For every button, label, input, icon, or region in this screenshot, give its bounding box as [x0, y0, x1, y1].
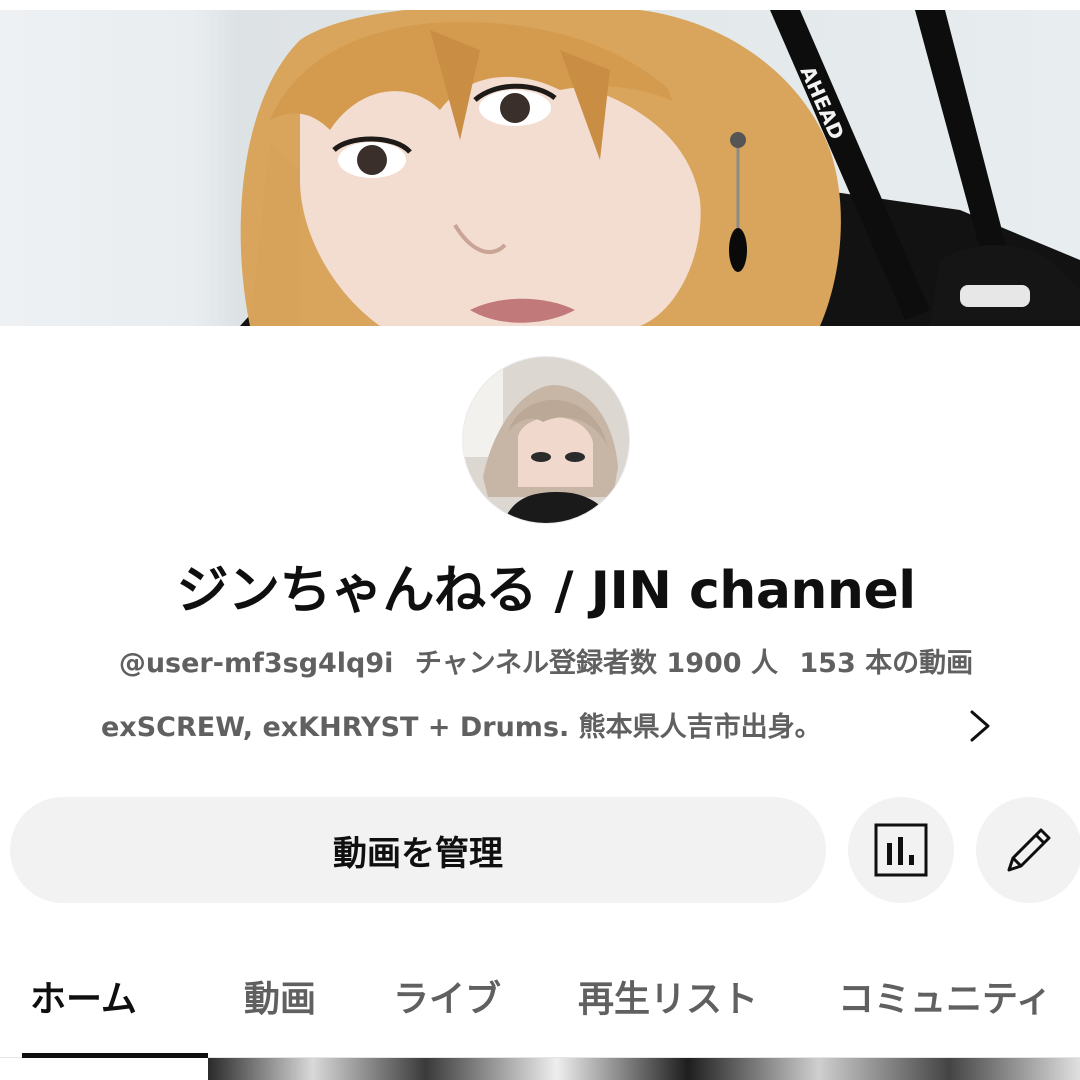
video-count: 153 本の動画 [799, 648, 974, 679]
avatar-image [463, 357, 629, 523]
channel-handle: @user-mf3sg4lq9i [118, 648, 394, 679]
channel-tabs: ホーム 動画 ライブ 再生リスト コミュニティ [0, 960, 1080, 1060]
channel-avatar[interactable] [463, 357, 629, 523]
tab-playlists[interactable]: 再生リスト [578, 970, 758, 1022]
content-preview-strip [208, 1058, 1080, 1080]
tab-videos[interactable]: 動画 [244, 970, 316, 1022]
tab-community[interactable]: コミュニティ [838, 970, 1052, 1022]
bar-chart-icon [874, 823, 928, 877]
pencil-icon [1007, 828, 1051, 872]
tab-home[interactable]: ホーム [30, 970, 137, 1022]
channel-page: AHEAD ジンちゃんねる / JIN channel @user-mf3sg4… [0, 0, 1080, 1080]
edit-channel-button[interactable] [976, 797, 1080, 903]
subscriber-count: チャンネル登録者数 1900 人 [414, 648, 778, 679]
channel-banner: AHEAD [0, 10, 1080, 326]
channel-meta: @user-mf3sg4lq9i チャンネル登録者数 1900 人 153 本の… [0, 641, 1080, 680]
banner-image: AHEAD [240, 10, 1080, 326]
channel-description[interactable]: exSCREW, exKHRYST + Drums. 熊本県人吉市出身。 [101, 705, 961, 744]
active-tab-indicator [22, 1053, 208, 1058]
analytics-button[interactable] [848, 797, 954, 903]
chevron-right-icon[interactable] [966, 708, 994, 744]
tab-live[interactable]: ライブ [393, 970, 501, 1022]
manage-videos-button[interactable]: 動画を管理 [10, 797, 826, 903]
channel-title: ジンちゃんねる / JIN channel [176, 561, 916, 621]
